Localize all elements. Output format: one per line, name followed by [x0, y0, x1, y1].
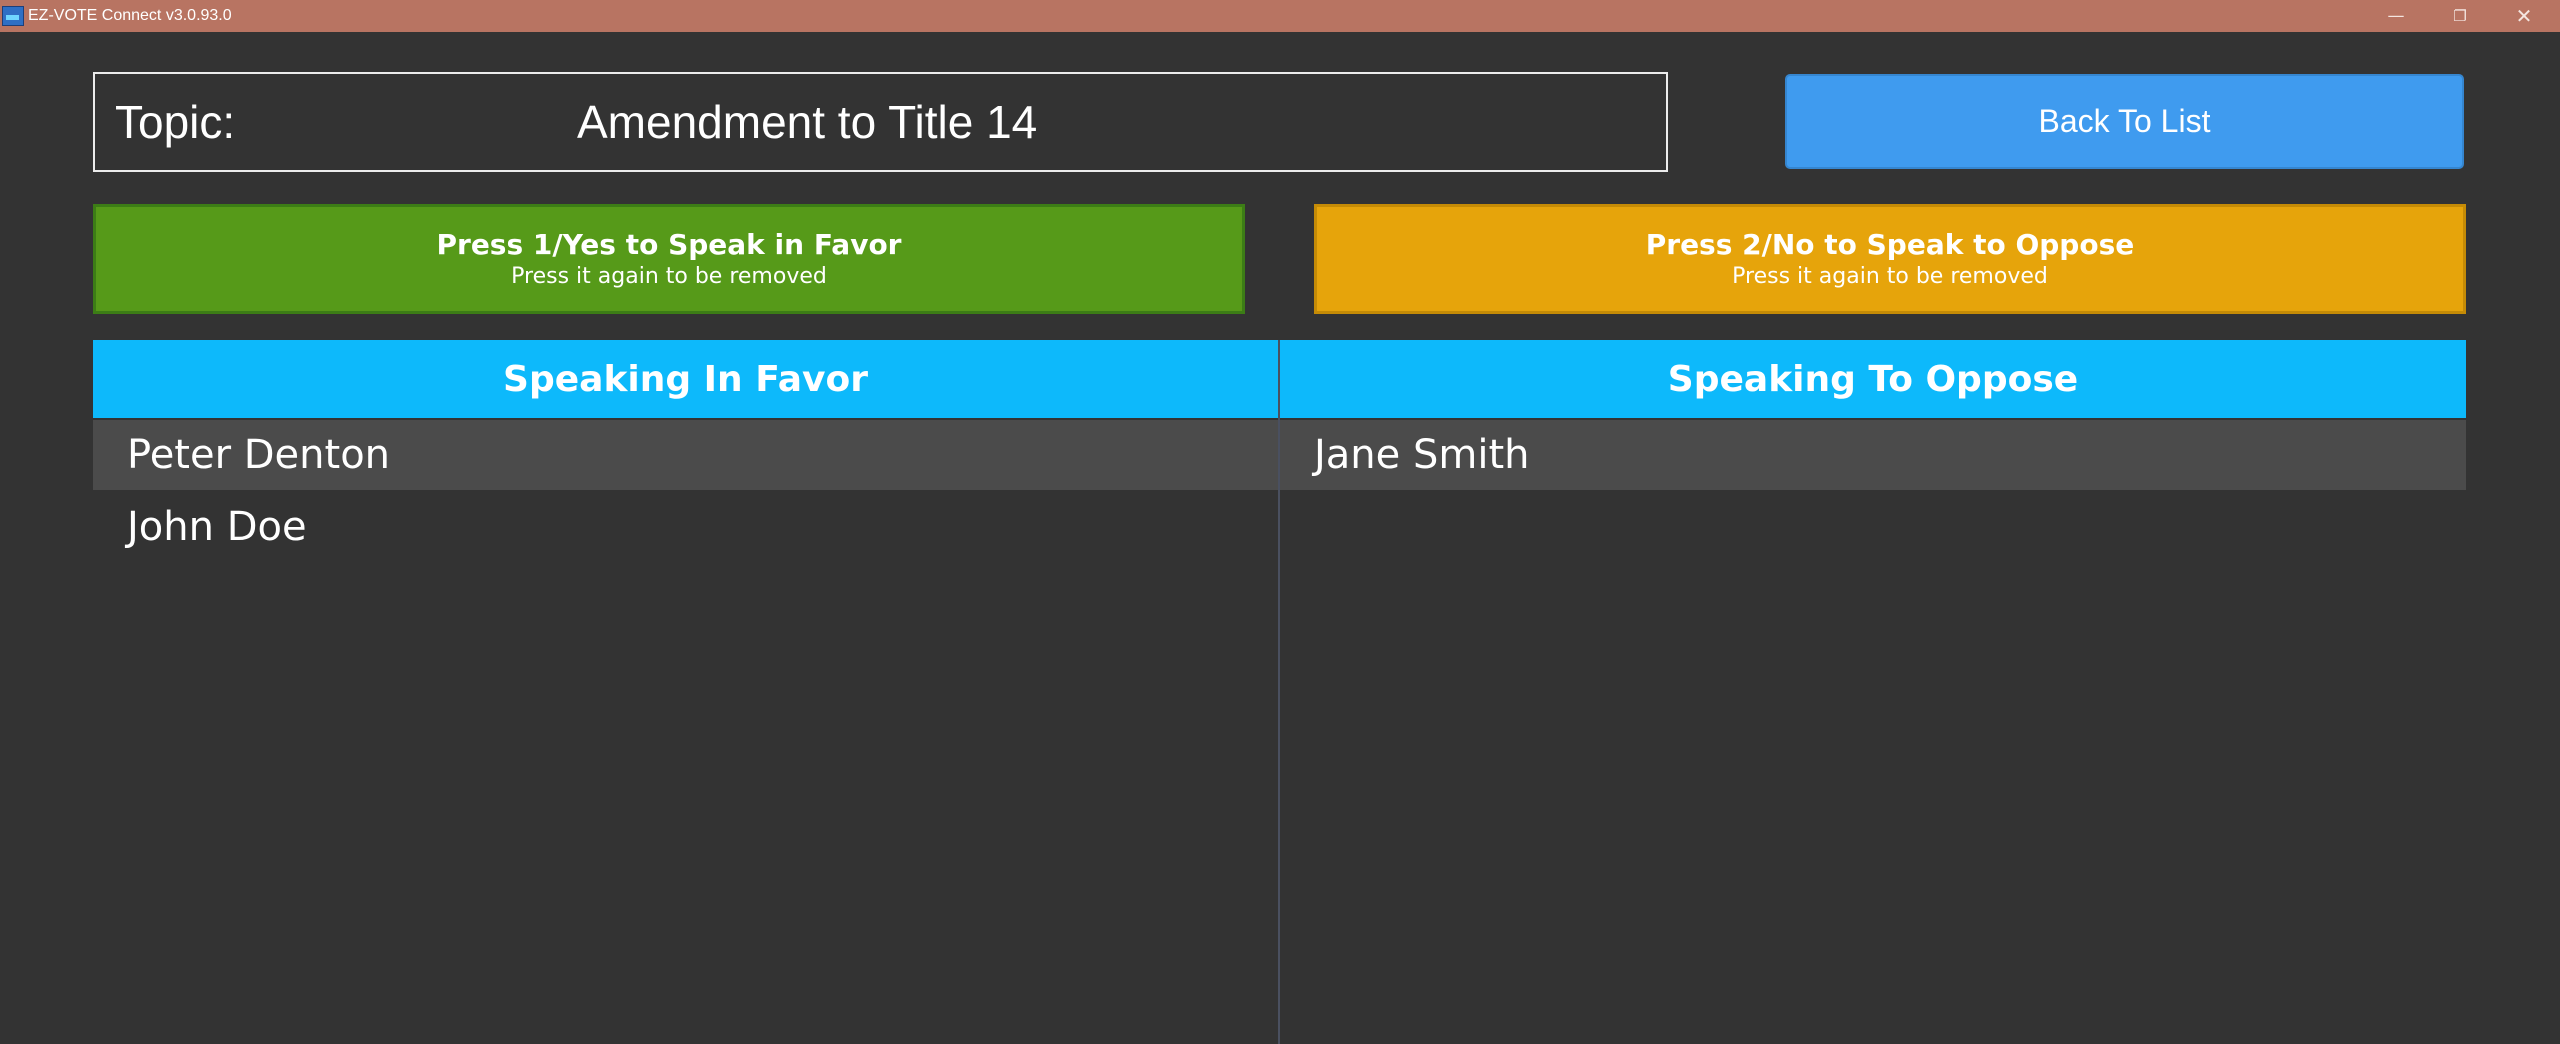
- app-logo-icon: [2, 6, 24, 26]
- speak-in-favor-button[interactable]: Press 1/Yes to Speak in Favor Press it a…: [93, 204, 1245, 314]
- topic-value: Amendment to Title 14: [577, 96, 1038, 148]
- oppose-speaker-list: Jane Smith: [1280, 420, 2466, 492]
- topic-panel: Topic: Amendment to Title 14: [93, 72, 1668, 172]
- oppose-list-header: Speaking To Oppose: [1280, 340, 2466, 418]
- minimize-icon[interactable]: —: [2364, 0, 2428, 32]
- topic-label: Topic:: [115, 96, 236, 148]
- restore-icon[interactable]: ❐: [2428, 0, 2492, 32]
- list-item[interactable]: Peter Denton: [93, 420, 1278, 490]
- window-title: EZ-VOTE Connect v3.0.93.0: [28, 7, 232, 24]
- list-item[interactable]: John Doe: [93, 492, 1278, 562]
- oppose-button-hint: Press it again to be removed: [1732, 264, 2048, 289]
- back-to-list-button[interactable]: Back To List: [1785, 74, 2464, 169]
- favor-button-label: Press 1/Yes to Speak in Favor: [436, 228, 902, 261]
- title-bar: EZ-VOTE Connect v3.0.93.0 — ❐ ✕: [0, 0, 2560, 32]
- favor-speaker-list: Peter Denton John Doe: [93, 420, 1278, 564]
- speak-to-oppose-button[interactable]: Press 2/No to Speak to Oppose Press it a…: [1314, 204, 2466, 314]
- favor-button-hint: Press it again to be removed: [511, 264, 827, 289]
- close-icon[interactable]: ✕: [2492, 0, 2556, 32]
- favor-list-header: Speaking In Favor: [93, 340, 1278, 418]
- oppose-button-label: Press 2/No to Speak to Oppose: [1645, 228, 2135, 261]
- list-item[interactable]: Jane Smith: [1280, 420, 2466, 490]
